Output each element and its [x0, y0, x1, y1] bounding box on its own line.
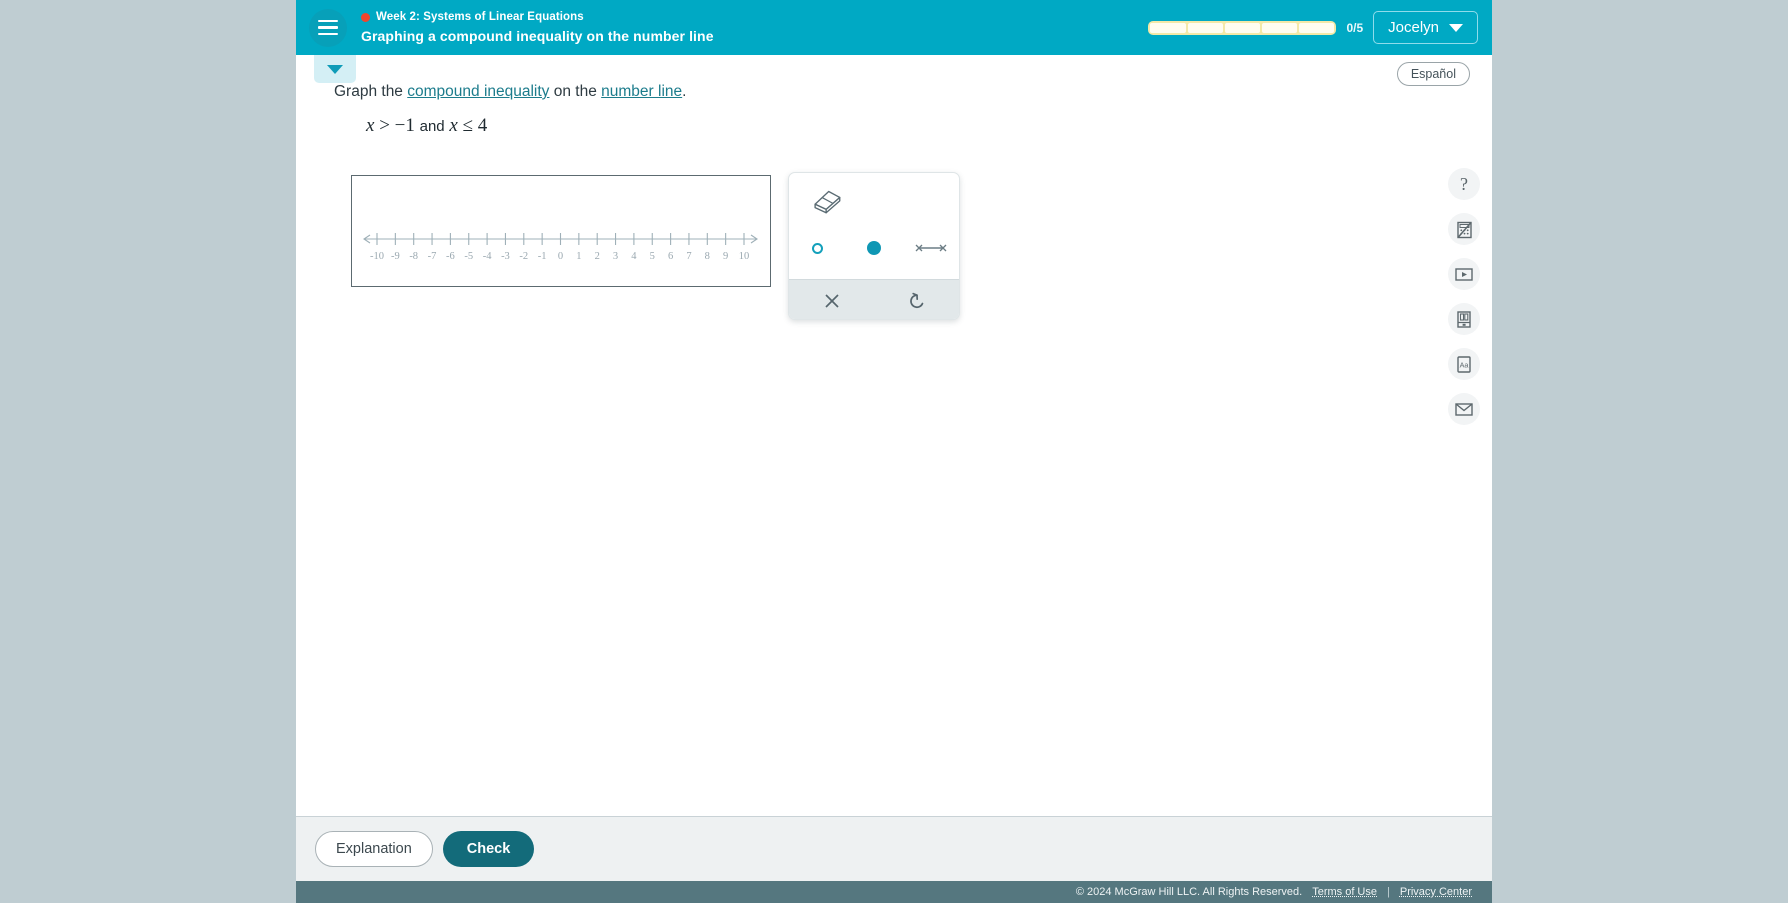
- prompt-mid: on the: [549, 83, 602, 100]
- equation-conjunction: and: [419, 118, 445, 135]
- app-header: Week 2: Systems of Linear Equations Grap…: [296, 0, 1492, 55]
- progress-segment: [1224, 22, 1261, 33]
- svg-text:2: 2: [595, 251, 600, 262]
- svg-text:8: 8: [705, 251, 710, 262]
- svg-text:-9: -9: [391, 251, 400, 262]
- svg-text:3: 3: [613, 251, 618, 262]
- svg-text:Aa: Aa: [1460, 360, 1469, 369]
- app-window: Week 2: Systems of Linear Equations Grap…: [296, 0, 1492, 903]
- svg-text:5: 5: [650, 251, 655, 262]
- open-circle-tool[interactable]: [789, 235, 846, 261]
- svg-text:-6: -6: [446, 251, 455, 262]
- terms-of-use-link[interactable]: Terms of Use: [1312, 886, 1377, 898]
- video-button[interactable]: [1448, 258, 1480, 290]
- chevron-down-icon: [327, 64, 343, 74]
- user-menu-button[interactable]: Jocelyn: [1373, 11, 1478, 44]
- prompt-end: .: [682, 83, 687, 100]
- privacy-center-link[interactable]: Privacy Center: [1400, 886, 1472, 898]
- svg-text:4: 4: [631, 251, 637, 262]
- reference-book-icon: [1457, 310, 1471, 328]
- svg-text:-10: -10: [370, 251, 384, 262]
- drawing-tool-palette: [788, 172, 960, 320]
- record-dot-icon: [361, 12, 370, 22]
- question-mark-icon: ?: [1460, 173, 1468, 194]
- assignment-name: Week 2: Systems of Linear Equations: [376, 11, 584, 23]
- equation-value2: 4: [477, 115, 488, 136]
- palette-tools-area: [789, 173, 959, 279]
- palette-action-area: [789, 279, 959, 319]
- progress-segment: [1150, 22, 1186, 33]
- progress-bar: [1148, 20, 1337, 35]
- svg-text:-8: -8: [409, 251, 418, 262]
- collapse-header-button[interactable]: [314, 55, 356, 83]
- help-button[interactable]: ?: [1448, 168, 1480, 200]
- tool-row: [789, 235, 959, 261]
- svg-text:0: 0: [558, 251, 563, 262]
- svg-text:-3: -3: [501, 251, 510, 262]
- inequality-expression: x > −1 and x ≤ 4: [366, 115, 487, 137]
- filled-circle-icon: [867, 241, 881, 255]
- prompt-lead: Graph the: [334, 83, 408, 100]
- utility-rail: ? Aa: [1448, 168, 1480, 425]
- svg-text:-5: -5: [464, 251, 473, 262]
- svg-text:1: 1: [576, 251, 581, 262]
- equation-var1: x: [366, 115, 375, 136]
- user-name-label: Jocelyn: [1388, 19, 1439, 36]
- closed-circle-tool[interactable]: [846, 235, 903, 261]
- svg-text:-4: -4: [483, 251, 492, 262]
- progress-count: 0/5: [1346, 20, 1364, 35]
- number-line-canvas[interactable]: -10 -9 -8 -7 -6 -5 -4 -3 -2 -1 0 1 2 3 4 5 6 7 8 9 10: [351, 175, 771, 287]
- hamburger-bar: [318, 26, 338, 29]
- action-bar: Explanation Check: [296, 816, 1492, 881]
- header-kicker: Week 2: Systems of Linear Equations: [361, 11, 714, 23]
- calculator-disabled-icon: [1456, 221, 1472, 238]
- open-circle-icon: [811, 242, 823, 254]
- svg-text:7: 7: [686, 251, 691, 262]
- delete-button[interactable]: [789, 280, 874, 319]
- glossary-aa-icon: Aa: [1457, 355, 1471, 373]
- undo-button[interactable]: [874, 280, 959, 319]
- video-play-icon: [1455, 267, 1473, 281]
- footer-separator: |: [1387, 886, 1390, 898]
- equation-op1: >: [379, 115, 390, 136]
- envelope-icon: [1455, 403, 1473, 416]
- compound-inequality-link[interactable]: compound inequality: [407, 83, 549, 100]
- question-prompt: Graph the compound inequality on the num…: [334, 83, 686, 101]
- svg-text:9: 9: [723, 251, 728, 262]
- svg-text:10: 10: [739, 251, 750, 262]
- glossary-button[interactable]: Aa: [1448, 348, 1480, 380]
- chevron-down-icon: [1449, 23, 1463, 32]
- hamburger-icon[interactable]: [309, 8, 347, 47]
- progress-segment: [1262, 22, 1298, 33]
- header-titles: Week 2: Systems of Linear Equations Grap…: [361, 11, 714, 44]
- close-x-icon: [824, 293, 839, 308]
- svg-text:-7: -7: [428, 251, 437, 262]
- line-segment-icon: [915, 244, 947, 252]
- undo-arrow-icon: [909, 292, 923, 308]
- header-right-group: 0/5 Jocelyn: [1148, 11, 1478, 44]
- progress-segment: [1187, 22, 1223, 33]
- message-button[interactable]: [1448, 393, 1480, 425]
- equation-value1: −1: [394, 115, 415, 136]
- calculator-button[interactable]: [1448, 213, 1480, 245]
- copyright-text: © 2024 McGraw Hill LLC. All Rights Reser…: [1075, 886, 1303, 898]
- page-title: Graphing a compound inequality on the nu…: [361, 28, 714, 44]
- footer-bar: © 2024 McGraw Hill LLC. All Rights Reser…: [296, 881, 1492, 903]
- svg-text:6: 6: [668, 251, 673, 262]
- check-button[interactable]: Check: [442, 831, 535, 867]
- hamburger-bar: [318, 32, 338, 36]
- svg-text:-2: -2: [519, 251, 528, 262]
- eraser-icon[interactable]: [810, 186, 844, 214]
- equation-op2: ≤: [462, 115, 474, 136]
- progress-segment: [1299, 22, 1335, 33]
- hamburger-bar: [318, 19, 338, 23]
- reference-button[interactable]: [1448, 303, 1480, 335]
- segment-tool[interactable]: [902, 235, 959, 261]
- number-line-svg: -10 -9 -8 -7 -6 -5 -4 -3 -2 -1 0 1 2 3 4 5 6 7 8 9 10: [363, 233, 758, 262]
- number-line-link[interactable]: number line: [601, 83, 682, 100]
- espanol-toggle-button[interactable]: Español: [1396, 62, 1470, 86]
- svg-text:-1: -1: [538, 251, 547, 262]
- explanation-button[interactable]: Explanation: [315, 831, 433, 867]
- equation-var2: x: [449, 115, 458, 136]
